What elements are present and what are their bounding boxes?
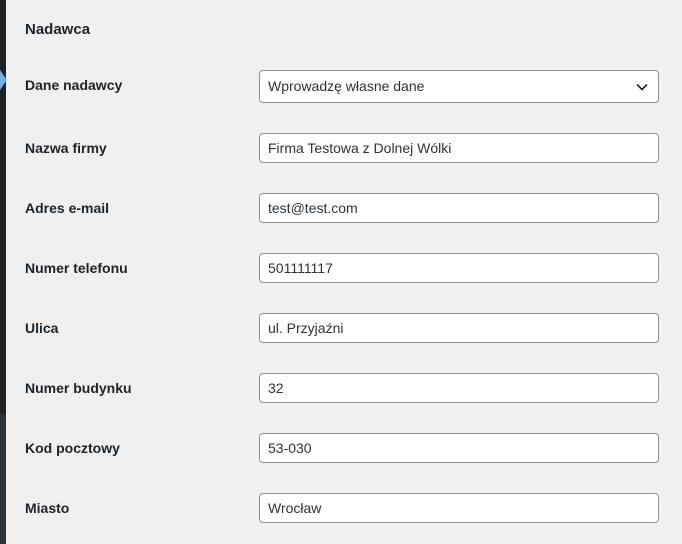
- company-input[interactable]: [259, 133, 659, 163]
- row-postcode: Kod pocztowy: [0, 433, 682, 463]
- street-input[interactable]: [259, 313, 659, 343]
- city-label: Miasto: [25, 500, 70, 516]
- row-building: Numer budynku: [0, 373, 682, 403]
- email-label: Adres e-mail: [25, 200, 110, 216]
- postcode-label: Kod pocztowy: [25, 440, 120, 456]
- sender-source-select[interactable]: Wprowadzę własne dane: [259, 70, 659, 103]
- phone-label: Numer telefonu: [25, 260, 128, 276]
- row-email: Adres e-mail: [0, 193, 682, 223]
- chevron-down-icon: [636, 84, 648, 91]
- sender-source-label: Dane nadawcy: [25, 77, 123, 93]
- street-label: Ulica: [25, 320, 59, 336]
- row-company: Nazwa firmy: [0, 133, 682, 163]
- section-title: Nadawca: [25, 21, 91, 38]
- building-input[interactable]: [259, 373, 659, 403]
- city-input[interactable]: [259, 493, 659, 523]
- row-sender-source: Dane nadawcy Wprowadzę własne dane: [0, 70, 682, 103]
- row-street: Ulica: [0, 313, 682, 343]
- postcode-input[interactable]: [259, 433, 659, 463]
- sender-source-selected: Wprowadzę własne dane: [268, 78, 425, 94]
- company-label: Nazwa firmy: [25, 140, 107, 156]
- building-label: Numer budynku: [25, 380, 132, 396]
- row-city: Miasto: [0, 493, 682, 523]
- phone-input[interactable]: [259, 253, 659, 283]
- email-input[interactable]: [259, 193, 659, 223]
- row-phone: Numer telefonu: [0, 253, 682, 283]
